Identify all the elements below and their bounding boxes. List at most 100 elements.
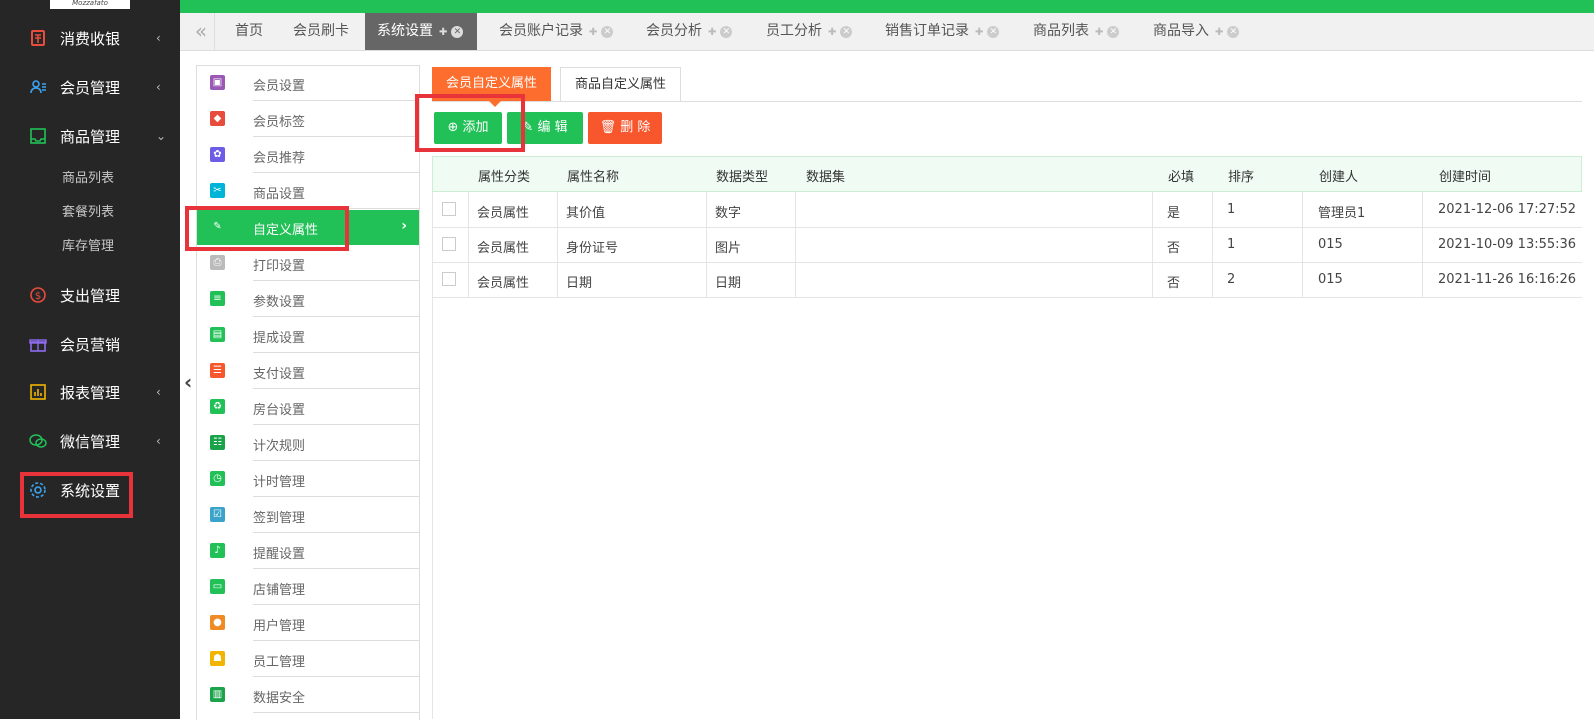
tab-product-custom-attributes[interactable]: 商品自定义属性 [560,67,682,101]
divider [253,172,419,173]
tab-system-settings[interactable]: 系统设置 ✚ ✕ [365,13,478,50]
settings-menu-item[interactable]: ◆ 会员标签 [197,102,419,137]
tab-product-list[interactable]: 商品列表 ✚ ✕ [1033,13,1120,50]
column-divider [1302,192,1303,227]
settings-menu: ▣ 会员设置 ◆ 会员标签 ✿ 会员推荐 ✂ 商品设置 ✎ 自定义属性 › ⎙ 打印设置 ≡ 参数设置 ▤ 提成… [196,65,420,720]
settings-menu-item[interactable]: ● 用户管理 [197,606,419,641]
nav-item-wechat[interactable]: 微信管理 ‹ [0,422,180,460]
settings-item-icon: ▣ [210,75,225,90]
column-divider [1212,192,1213,227]
settings-menu-item[interactable]: ♪ 提醒设置 [197,534,419,569]
divider [253,388,419,389]
pin-icon[interactable]: ✚ [439,27,447,38]
table-row[interactable]: 会员属性 其价值 数字 是 1 管理员1 2021-12-06 17:27:52 [432,192,1582,228]
tab-staff-analysis[interactable]: 员工分析 ✚ ✕ [766,13,853,50]
table-cell: 否 [1167,241,1181,256]
settings-menu-item[interactable]: ☷ 计次规则 [197,426,419,461]
tab-member-account-records[interactable]: 会员账户记录 ✚ ✕ [499,13,614,50]
table-row[interactable]: 会员属性 身份证号 图片 否 1 015 2021-10-09 13:55:36 [432,227,1582,263]
row-checkbox[interactable] [442,202,456,216]
pin-icon[interactable]: ✚ [828,27,836,38]
close-icon[interactable]: ✕ [1227,26,1240,38]
trash-icon: 🗑 [599,120,617,135]
settings-menu-item[interactable]: ▣ 会员设置 [197,66,419,101]
settings-menu-item[interactable]: ✎ 自定义属性 › [197,210,419,245]
table-row[interactable]: 会员属性 日期 日期 否 2 015 2021-11-26 16:16:26 [432,262,1582,298]
nav-item-marketing[interactable]: 会员营销 [0,325,180,363]
settings-item-label: 店铺管理 [253,583,306,598]
divider [253,604,419,605]
coin-icon: $ [28,285,48,305]
column-divider [1422,192,1423,227]
chevron-right-icon: › [401,218,407,234]
tab-home[interactable]: 首页 [235,13,263,50]
column-header: 排序 [1228,170,1255,185]
settings-menu-item[interactable]: ◷ 计时管理 [197,462,419,497]
close-icon[interactable]: ✕ [601,26,614,38]
table-cell: 2021-12-06 17:27:52 [1438,202,1577,217]
sub-item-product-list[interactable]: 商品列表 [62,167,114,186]
chevron-left-icon[interactable]: ‹ [184,370,192,394]
chevron-left-icon: ‹ [156,31,161,45]
edit-label: 编 辑 [537,120,568,135]
tab-member-analysis[interactable]: 会员分析 ✚ ✕ [646,13,733,50]
column-header: 数据类型 [716,170,769,185]
settings-item-icon: ✎ [213,221,222,232]
bar-chart-icon [28,382,48,402]
nav-item-checkout[interactable]: 消费收银 ‹ [0,19,180,57]
divider [253,280,419,281]
nav-item-reports[interactable]: 报表管理 ‹ [0,373,180,411]
divider [253,640,419,641]
table-cell: 1 [1227,237,1236,252]
settings-item-icon: ✂ [210,183,225,198]
pin-icon[interactable]: ✚ [975,27,983,38]
sub-item-inventory[interactable]: 库存管理 [62,235,114,254]
close-icon[interactable]: ✕ [720,26,733,38]
settings-menu-item[interactable]: ✂ 商品设置 [197,174,419,209]
settings-menu-item[interactable]: ☰ 支付设置 [197,354,419,389]
nav-label: 微信管理 [60,432,121,451]
settings-menu-item[interactable]: ▤ 提成设置 [197,318,419,353]
nav-item-products[interactable]: 商品管理 ⌄ [0,117,180,155]
chevron-down-icon: ⌄ [156,129,167,143]
pin-icon[interactable]: ✚ [1095,27,1103,38]
delete-button[interactable]: 🗑 删 除 [588,112,662,144]
tab-label: 员工分析 [766,23,822,39]
column-divider [706,227,707,262]
tab-member-custom-attributes[interactable]: 会员自定义属性 [432,67,552,101]
sub-item-package-list[interactable]: 套餐列表 [62,201,114,220]
edit-button[interactable]: ✎ 编 辑 [507,112,583,144]
settings-menu-item[interactable]: ☗ 员工管理 [197,642,419,677]
settings-menu-item[interactable]: ♻ 房台设置 [197,390,419,425]
pin-icon[interactable]: ✚ [589,27,597,38]
settings-menu-item[interactable]: ▭ 店铺管理 [197,570,419,605]
add-button[interactable]: ⊕ 添加 [434,112,502,144]
pin-icon[interactable]: ✚ [708,27,716,38]
settings-menu-item[interactable]: ⎙ 打印设置 [197,246,419,281]
column-divider [557,192,558,227]
settings-menu-item[interactable]: ✿ 会员推荐 [197,138,419,173]
tab-product-import[interactable]: 商品导入 ✚ ✕ [1153,13,1240,50]
close-icon[interactable]: ✕ [451,26,464,38]
settings-item-icon: ≡ [210,291,225,306]
double-chevron-left-icon[interactable]: « [188,13,215,50]
pin-icon[interactable]: ✚ [1215,27,1223,38]
settings-menu-item[interactable]: ▥ 数据安全 [197,678,419,713]
close-icon[interactable]: ✕ [840,26,853,38]
tab-member-card[interactable]: 会员刷卡 [293,13,349,50]
column-header: 数据集 [806,170,846,185]
column-divider [1152,262,1153,297]
settings-menu-item[interactable]: ☑ 签到管理 [197,498,419,533]
nav-item-members[interactable]: 会员管理 ‹ [0,68,180,106]
table-cell: 2021-11-26 16:16:26 [1438,272,1577,287]
nav-item-system-settings[interactable]: 系统设置 [0,471,180,509]
close-icon[interactable]: ✕ [1107,26,1120,38]
settings-menu-item[interactable]: ≡ 参数设置 [197,282,419,317]
row-checkbox[interactable] [442,237,456,251]
tab-sales-orders[interactable]: 销售订单记录 ✚ ✕ [885,13,1000,50]
row-checkbox[interactable] [442,272,456,286]
column-divider [1422,262,1423,297]
close-icon[interactable]: ✕ [987,26,1000,38]
settings-item-icon: ☰ [210,363,225,378]
nav-item-expenses[interactable]: $ 支出管理 [0,276,180,314]
